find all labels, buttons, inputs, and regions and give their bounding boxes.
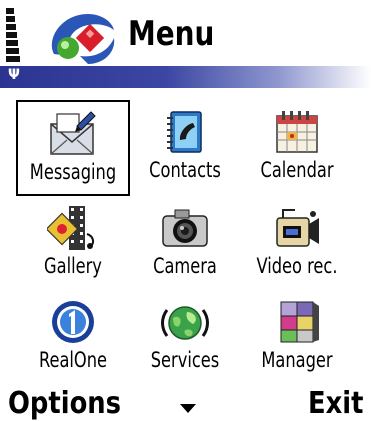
menu-item-label: RealOne [38, 348, 108, 372]
menu-item-label: Calendar [260, 158, 334, 182]
menu-item-gallery[interactable]: Gallery [16, 196, 130, 292]
menu-item-label: Gallery [44, 254, 102, 278]
signal-strength-icon [6, 8, 20, 64]
camera-icon [162, 209, 208, 247]
menu-item-contacts[interactable]: Contacts [128, 100, 242, 196]
menu-item-video-recorder[interactable]: Video rec. [240, 196, 354, 292]
menu-item-manager[interactable]: Manager [240, 290, 354, 386]
menu-item-label: Messaging [29, 160, 117, 184]
softkey-bar: Options Exit [0, 384, 371, 421]
menu-item-label: Contacts [149, 158, 221, 182]
menu-item-label: Video rec. [256, 254, 338, 278]
menu-item-services[interactable]: Services [128, 290, 242, 386]
menu-item-realone[interactable]: RealOne [16, 290, 130, 386]
manager-cubes-icon [280, 301, 319, 343]
menu-item-calendar[interactable]: Calendar [240, 100, 354, 196]
title-gradient-band [0, 66, 371, 88]
messaging-icon [50, 111, 96, 155]
title-bar: Ψ Menu [0, 0, 371, 88]
menu-item-label: Services [150, 348, 220, 372]
video-recorder-icon [276, 209, 319, 247]
contacts-icon [167, 111, 202, 153]
realone-icon [52, 301, 94, 343]
calendar-icon [276, 111, 318, 153]
antenna-icon: Ψ [8, 67, 20, 83]
menu-grid: Messaging Contacts Calendar Gallery Came… [0, 92, 371, 384]
menu-item-label: Camera [153, 254, 217, 278]
options-softkey[interactable]: Options [8, 386, 121, 421]
menu-item-label: Manager [261, 348, 333, 372]
page-title: Menu [128, 14, 215, 54]
scroll-down-icon [180, 404, 196, 413]
menu-item-messaging[interactable]: Messaging [16, 100, 130, 196]
services-globe-icon [161, 306, 209, 340]
exit-softkey[interactable]: Exit [308, 386, 363, 421]
menu-item-camera[interactable]: Camera [128, 196, 242, 292]
menu-app-icon [51, 14, 115, 64]
phone-screen: Ψ Menu Messaging Contacts Calendar Galle… [0, 0, 371, 421]
gallery-icon [47, 206, 95, 250]
